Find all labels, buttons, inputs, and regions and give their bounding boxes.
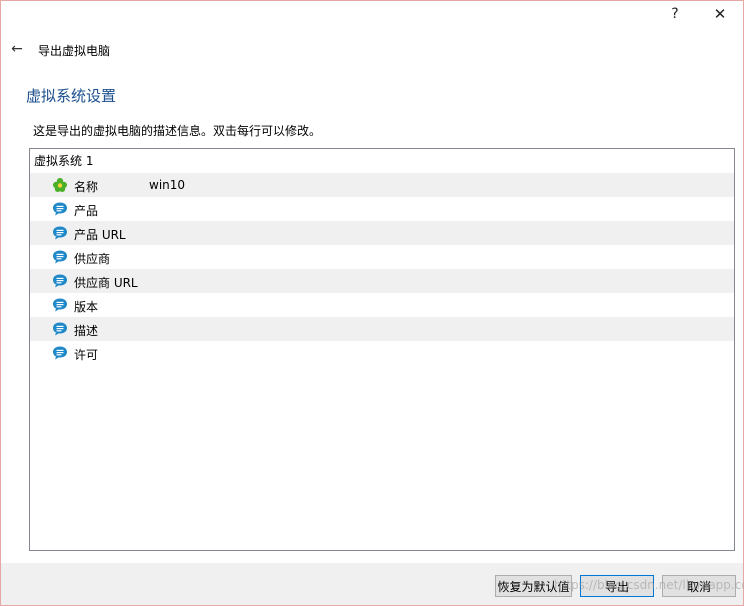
appliance-settings-tree[interactable]: 虚拟系统 1 名称 win10 产品产品 URL 供应商供应商 URL 版本描述许可 [29, 148, 735, 551]
tree-row[interactable]: 产品 URL [30, 221, 734, 245]
tree-row[interactable]: 供应商 URL [30, 269, 734, 293]
row-label: 名称 [74, 180, 99, 194]
close-button[interactable]: ✕ [697, 1, 743, 27]
row-label: 版本 [74, 300, 99, 314]
tree-row[interactable]: 供应商 [30, 245, 734, 269]
back-arrow-icon[interactable]: ← [7, 39, 27, 59]
wizard-header: ← 导出虚拟电脑 [1, 39, 401, 61]
row-label: 产品 URL [74, 228, 126, 242]
name-icon [52, 177, 68, 193]
page-description: 这是导出的虚拟电脑的描述信息。双击每行可以修改。 [33, 124, 322, 138]
comment-icon [52, 345, 68, 361]
tree-row[interactable]: 版本 [30, 293, 734, 317]
comment-icon [52, 297, 68, 313]
comment-icon [52, 321, 68, 337]
tree-row[interactable]: 名称 win10 [30, 173, 734, 197]
comment-icon [52, 225, 68, 241]
comment-icon [52, 201, 68, 217]
page-title: 虚拟系统设置 [26, 87, 117, 105]
row-label: 供应商 [74, 252, 111, 266]
comment-icon [52, 249, 68, 265]
wizard-title: 导出虚拟电脑 [38, 44, 111, 58]
export-button[interactable]: 导出 [580, 575, 654, 597]
tree-root-item[interactable]: 虚拟系统 1 [30, 149, 734, 173]
row-value[interactable]: win10 [149, 178, 185, 192]
export-appliance-dialog: ? ✕ ← 导出虚拟电脑 虚拟系统设置 这是导出的虚拟电脑的描述信息。双击每行可… [0, 0, 744, 606]
button-bar: 恢复为默认值 导出 取消 [1, 563, 743, 605]
tree-row[interactable]: 描述 [30, 317, 734, 341]
row-label: 供应商 URL [74, 276, 138, 290]
cancel-button[interactable]: 取消 [662, 575, 736, 597]
row-label: 产品 [74, 204, 99, 218]
tree-rows: 名称 win10 产品产品 URL 供应商供应商 URL 版本描述许可 [30, 173, 734, 365]
tree-row[interactable]: 许可 [30, 341, 734, 365]
help-button[interactable]: ? [652, 1, 698, 27]
row-label: 描述 [74, 324, 99, 338]
comment-icon [52, 273, 68, 289]
row-label: 许可 [74, 348, 99, 362]
restore-defaults-button[interactable]: 恢复为默认值 [495, 575, 572, 597]
tree-row[interactable]: 产品 [30, 197, 734, 221]
